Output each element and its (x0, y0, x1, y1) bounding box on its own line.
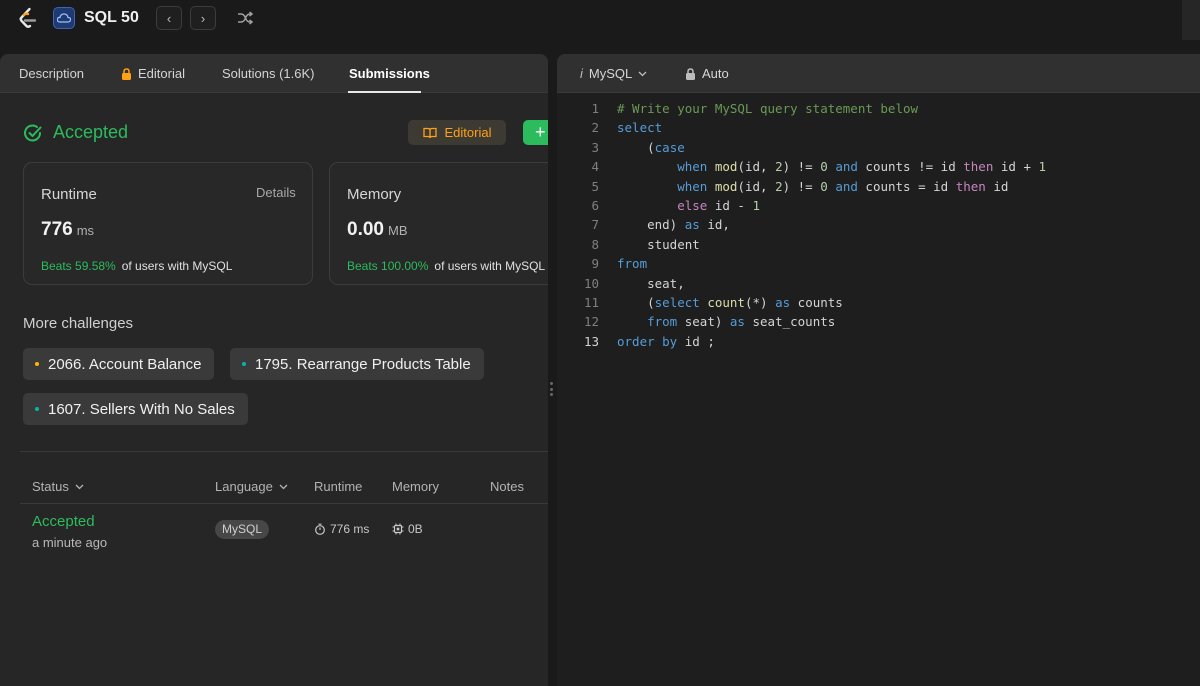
runtime-label: Runtime (41, 186, 97, 203)
runtime-card[interactable]: Runtime Details 776 ms Beats 59.58% of use… (23, 162, 313, 285)
lock-icon (686, 67, 695, 80)
active-tab-indicator (348, 91, 421, 93)
runtime-value: 776 ms (41, 219, 95, 240)
chevron-left-icon: ‹ (166, 10, 172, 26)
submission-result-header: Accepted (23, 122, 128, 143)
runtime-details-link[interactable]: Details (256, 185, 296, 200)
row-language-badge: MySQL (215, 520, 270, 539)
memory-label: Memory (347, 186, 402, 203)
add-solution-button[interactable]: + (523, 120, 548, 145)
status-column-header[interactable]: Status (32, 479, 84, 494)
section-divider (20, 451, 548, 452)
difficulty-dot-icon (242, 362, 246, 366)
next-problem-button[interactable]: › (190, 6, 216, 30)
tab-editorial[interactable]: Editorial (121, 66, 185, 81)
difficulty-dot-icon (35, 407, 39, 411)
chip-icon (392, 523, 404, 535)
prev-problem-button[interactable]: ‹ (156, 6, 182, 30)
tab-solutions[interactable]: Solutions (1.6K) (222, 66, 315, 81)
check-circle-icon (24, 124, 42, 141)
challenge-chip[interactable]: 1607. Sellers With No Sales (23, 393, 248, 425)
row-memory: 0B (392, 522, 423, 536)
code-area[interactable]: 1 # Write your MySQL query statement belo… (557, 101, 1200, 353)
info-icon: i (580, 66, 583, 81)
more-challenges-title: More challenges (23, 315, 134, 332)
problem-tabs: Description Editorial Solutions (1.6K) S… (0, 54, 548, 93)
auto-mode-toggle[interactable]: Auto (685, 66, 729, 81)
result-status: Accepted (53, 122, 129, 142)
stopwatch-icon (315, 523, 325, 535)
code-editor-panel: i MySQL Auto 1 # Write your MySQL query s… (557, 54, 1200, 686)
tab-submissions[interactable]: Submissions (349, 66, 430, 81)
topbar-right-edge (1182, 0, 1200, 40)
language-column-header[interactable]: Language (215, 479, 288, 494)
chevron-down-icon (279, 484, 288, 489)
challenge-chip[interactable]: 2066. Account Balance (23, 348, 215, 380)
chevron-down-icon (75, 484, 84, 489)
shuffle-icon[interactable] (236, 9, 254, 27)
lock-icon (122, 67, 131, 80)
tab-description[interactable]: Description (19, 66, 84, 81)
chevron-right-icon: › (200, 10, 206, 26)
memory-value: 0.00 MB (347, 219, 408, 240)
sql50-study-plan-icon[interactable] (53, 7, 75, 29)
editor-toolbar: i MySQL Auto (557, 54, 1200, 93)
book-icon (422, 127, 437, 138)
editorial-button[interactable]: Editorial (408, 120, 506, 145)
cloud-icon (57, 13, 71, 23)
row-time-ago: a minute ago (32, 535, 108, 550)
leetcode-logo-icon[interactable] (16, 7, 40, 31)
notes-column-header: Notes (490, 479, 524, 494)
runtime-column-header: Runtime (314, 479, 363, 494)
difficulty-dot-icon (35, 362, 39, 366)
runtime-beats: Beats 59.58% of users with MySQL (41, 259, 233, 273)
language-selector[interactable]: i MySQL (580, 66, 647, 81)
row-runtime: 776 ms (314, 522, 369, 536)
memory-column-header: Memory (392, 479, 439, 494)
top-bar: SQL 50 ‹ › (0, 0, 1200, 46)
row-status[interactable]: Accepted (32, 513, 95, 530)
study-plan-title[interactable]: SQL 50 (84, 9, 139, 27)
submissions-panel: Description Editorial Solutions (1.6K) S… (0, 54, 548, 686)
memory-card[interactable]: Memory 0.00 MB Beats 100.00% of users with… (329, 162, 548, 285)
memory-beats: Beats 100.00% of users with MySQL (347, 259, 546, 273)
challenge-chip[interactable]: 1795. Rearrange Products Table (230, 348, 484, 380)
table-header-divider (20, 503, 548, 504)
panel-resize-handle[interactable] (550, 382, 553, 396)
chevron-down-icon (638, 71, 647, 76)
